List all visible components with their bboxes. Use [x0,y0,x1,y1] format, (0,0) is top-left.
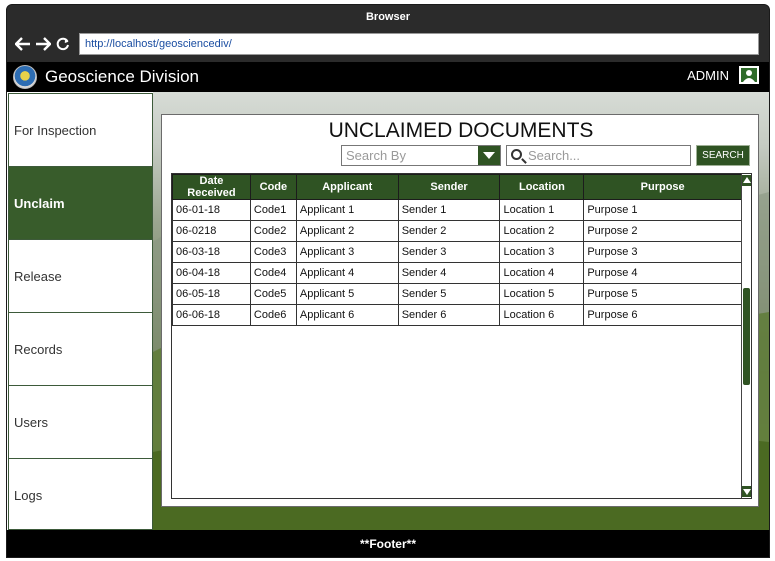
cell-code: Code5 [249,283,297,305]
search-by-select[interactable]: Search By [341,145,501,166]
search-icon [511,149,522,160]
sidebar-item-unclaim[interactable]: Unclaim [9,167,152,240]
documents-table-container: Date Received Code Applicant Sender Loca… [171,173,752,499]
cell-date: 06-0218 [172,220,251,242]
cell-sender: Sender 5 [397,283,501,305]
sidebar-item-users[interactable]: Users [9,386,152,459]
cell-applicant: Applicant 2 [295,220,399,242]
cell-date: 06-04-18 [172,262,251,284]
arrow-right-icon [36,37,51,51]
sidebar-item-release[interactable]: Release [9,240,152,313]
forward-button[interactable] [33,34,53,54]
app-body: For Inspection Unclaim Release Records U… [7,92,769,530]
table-row[interactable]: 06-04-18 Code4 Applicant 4 Sender 4 Loca… [172,262,742,284]
table-row[interactable]: 06-03-18 Code3 Applicant 3 Sender 3 Loca… [172,241,742,263]
cell-location: Location 2 [499,220,585,242]
browser-title: Browser [365,11,411,23]
cell-date: 06-01-18 [172,199,251,221]
cell-location: Location 5 [499,283,585,305]
cell-date: 06-05-18 [172,283,251,305]
search-by-placeholder: Search By [346,148,406,163]
cell-applicant: Applicant 1 [295,199,399,221]
user-icon[interactable] [739,66,759,84]
cell-applicant: Applicant 3 [295,241,399,263]
user-menu[interactable]: ADMIN [687,66,759,84]
search-button[interactable]: SEARCH [696,145,750,166]
chevron-down-icon[interactable] [478,146,500,165]
sidebar: For Inspection Unclaim Release Records U… [8,93,153,530]
cell-location: Location 4 [499,262,585,284]
cell-sender: Sender 4 [397,262,501,284]
cell-code: Code1 [249,199,297,221]
cell-code: Code4 [249,262,297,284]
scroll-down-icon[interactable] [742,486,751,497]
cell-purpose: Purpose 1 [583,199,742,221]
sidebar-item-logs[interactable]: Logs [9,459,152,532]
documents-table: Date Received Code Applicant Sender Loca… [172,174,742,326]
table-header-row: Date Received Code Applicant Sender Loca… [172,174,742,200]
cell-applicant: Applicant 6 [295,304,399,326]
cell-purpose: Purpose 5 [583,283,742,305]
cell-sender: Sender 1 [397,199,501,221]
column-header[interactable]: Date Received [172,174,251,200]
table-scrollbar[interactable] [741,174,751,498]
cell-location: Location 6 [499,304,585,326]
reload-icon [56,37,69,51]
cell-purpose: Purpose 4 [583,262,742,284]
cell-applicant: Applicant 4 [295,262,399,284]
browser-window: Browser http://localhost/geosciencediv/ … [6,4,770,558]
table-row[interactable]: 06-06-18 Code6 Applicant 6 Sender 6 Loca… [172,304,742,326]
cell-code: Code2 [249,220,297,242]
cell-code: Code6 [249,304,297,326]
table-row[interactable]: 06-0218 Code2 Applicant 2 Sender 2 Locat… [172,220,742,242]
search-placeholder: Search... [528,148,581,163]
column-header[interactable]: Sender [397,174,501,200]
footer: **Footer** [7,530,769,557]
cell-location: Location 3 [499,241,585,263]
cell-purpose: Purpose 2 [583,220,742,242]
column-header[interactable]: Purpose [583,174,742,200]
back-button[interactable] [13,34,33,54]
unclaimed-documents-panel: UNCLAIMED DOCUMENTS Search By Search... … [161,114,759,507]
sidebar-item-for-inspection[interactable]: For Inspection [9,94,152,167]
user-label[interactable]: ADMIN [687,68,729,83]
app-title: Geoscience Division [45,67,200,86]
division-logo [13,65,37,89]
column-header[interactable]: Location [499,174,585,200]
arrow-left-icon [15,37,30,51]
cell-applicant: Applicant 5 [295,283,399,305]
address-bar[interactable]: http://localhost/geosciencediv/ [79,33,759,55]
column-header[interactable]: Applicant [295,174,399,200]
cell-date: 06-03-18 [172,241,251,263]
content-area: UNCLAIMED DOCUMENTS Search By Search... … [153,92,769,530]
table-row[interactable]: 06-01-18 Code1 Applicant 1 Sender 1 Loca… [172,199,742,221]
page-title: UNCLAIMED DOCUMENTS [328,119,594,142]
browser-toolbar: http://localhost/geosciencediv/ [7,29,769,59]
cell-date: 06-06-18 [172,304,251,326]
cell-sender: Sender 3 [397,241,501,263]
scrollbar-thumb[interactable] [743,288,750,385]
cell-sender: Sender 2 [397,220,501,242]
table-row[interactable]: 06-05-18 Code5 Applicant 5 Sender 5 Loca… [172,283,742,305]
cell-purpose: Purpose 3 [583,241,742,263]
app-header: Geoscience Division ADMIN [7,62,769,92]
column-header[interactable]: Code [249,174,297,200]
cell-purpose: Purpose 6 [583,304,742,326]
cell-location: Location 1 [499,199,585,221]
reload-button[interactable] [53,34,73,54]
cell-code: Code3 [249,241,297,263]
cell-sender: Sender 6 [397,304,501,326]
sidebar-item-records[interactable]: Records [9,313,152,386]
search-input[interactable]: Search... [506,145,691,166]
scroll-up-icon[interactable] [742,175,751,186]
